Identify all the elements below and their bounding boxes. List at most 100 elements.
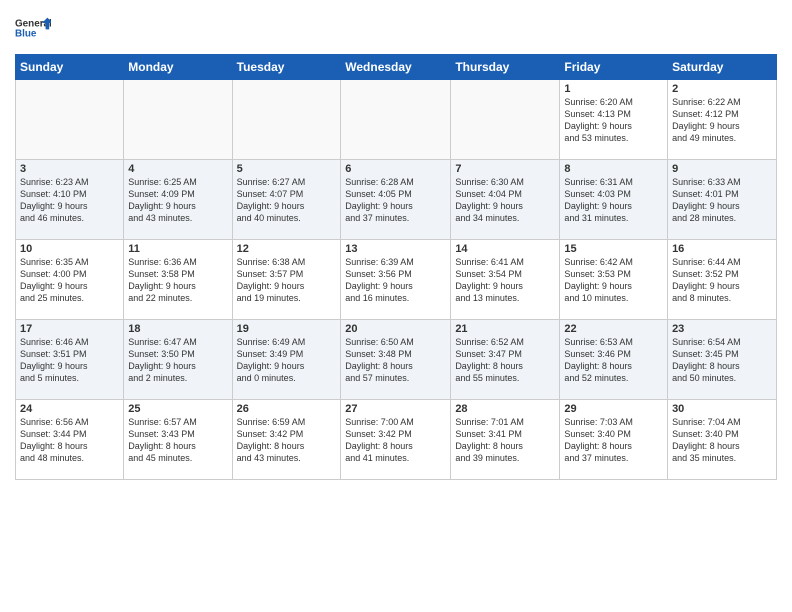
day-cell-16: 16Sunrise: 6:44 AM Sunset: 3:52 PM Dayli… — [668, 240, 777, 320]
day-info: Sunrise: 6:54 AM Sunset: 3:45 PM Dayligh… — [672, 336, 772, 385]
day-info: Sunrise: 6:33 AM Sunset: 4:01 PM Dayligh… — [672, 176, 772, 225]
week-row-4: 24Sunrise: 6:56 AM Sunset: 3:44 PM Dayli… — [16, 400, 777, 480]
day-info: Sunrise: 6:46 AM Sunset: 3:51 PM Dayligh… — [20, 336, 119, 385]
day-cell-1: 1Sunrise: 6:20 AM Sunset: 4:13 PM Daylig… — [560, 80, 668, 160]
day-number: 25 — [128, 403, 227, 415]
day-number: 9 — [672, 163, 772, 175]
day-info: Sunrise: 6:35 AM Sunset: 4:00 PM Dayligh… — [20, 256, 119, 305]
day-info: Sunrise: 6:38 AM Sunset: 3:57 PM Dayligh… — [237, 256, 337, 305]
day-number: 23 — [672, 323, 772, 335]
week-row-2: 10Sunrise: 6:35 AM Sunset: 4:00 PM Dayli… — [16, 240, 777, 320]
day-number: 7 — [455, 163, 555, 175]
weekday-monday: Monday — [124, 55, 232, 80]
day-cell-9: 9Sunrise: 6:33 AM Sunset: 4:01 PM Daylig… — [668, 160, 777, 240]
week-row-1: 3Sunrise: 6:23 AM Sunset: 4:10 PM Daylig… — [16, 160, 777, 240]
day-cell-30: 30Sunrise: 7:04 AM Sunset: 3:40 PM Dayli… — [668, 400, 777, 480]
day-number: 29 — [564, 403, 663, 415]
day-info: Sunrise: 6:22 AM Sunset: 4:12 PM Dayligh… — [672, 96, 772, 145]
day-cell-7: 7Sunrise: 6:30 AM Sunset: 4:04 PM Daylig… — [451, 160, 560, 240]
week-row-0: 1Sunrise: 6:20 AM Sunset: 4:13 PM Daylig… — [16, 80, 777, 160]
day-info: Sunrise: 6:23 AM Sunset: 4:10 PM Dayligh… — [20, 176, 119, 225]
day-info: Sunrise: 6:47 AM Sunset: 3:50 PM Dayligh… — [128, 336, 227, 385]
day-cell-21: 21Sunrise: 6:52 AM Sunset: 3:47 PM Dayli… — [451, 320, 560, 400]
day-cell-3: 3Sunrise: 6:23 AM Sunset: 4:10 PM Daylig… — [16, 160, 124, 240]
week-row-3: 17Sunrise: 6:46 AM Sunset: 3:51 PM Dayli… — [16, 320, 777, 400]
day-info: Sunrise: 6:52 AM Sunset: 3:47 PM Dayligh… — [455, 336, 555, 385]
day-number: 4 — [128, 163, 227, 175]
day-info: Sunrise: 6:27 AM Sunset: 4:07 PM Dayligh… — [237, 176, 337, 225]
weekday-header-row: SundayMondayTuesdayWednesdayThursdayFrid… — [16, 55, 777, 80]
day-info: Sunrise: 7:03 AM Sunset: 3:40 PM Dayligh… — [564, 416, 663, 465]
day-cell-5: 5Sunrise: 6:27 AM Sunset: 4:07 PM Daylig… — [232, 160, 341, 240]
day-info: Sunrise: 6:41 AM Sunset: 3:54 PM Dayligh… — [455, 256, 555, 305]
logo-svg: General Blue — [15, 10, 51, 46]
empty-cell — [16, 80, 124, 160]
day-cell-12: 12Sunrise: 6:38 AM Sunset: 3:57 PM Dayli… — [232, 240, 341, 320]
day-cell-22: 22Sunrise: 6:53 AM Sunset: 3:46 PM Dayli… — [560, 320, 668, 400]
day-number: 10 — [20, 243, 119, 255]
day-cell-20: 20Sunrise: 6:50 AM Sunset: 3:48 PM Dayli… — [341, 320, 451, 400]
day-number: 3 — [20, 163, 119, 175]
day-number: 30 — [672, 403, 772, 415]
day-info: Sunrise: 6:30 AM Sunset: 4:04 PM Dayligh… — [455, 176, 555, 225]
day-cell-6: 6Sunrise: 6:28 AM Sunset: 4:05 PM Daylig… — [341, 160, 451, 240]
day-number: 15 — [564, 243, 663, 255]
day-number: 2 — [672, 83, 772, 95]
day-number: 28 — [455, 403, 555, 415]
day-cell-13: 13Sunrise: 6:39 AM Sunset: 3:56 PM Dayli… — [341, 240, 451, 320]
day-info: Sunrise: 6:59 AM Sunset: 3:42 PM Dayligh… — [237, 416, 337, 465]
weekday-thursday: Thursday — [451, 55, 560, 80]
day-info: Sunrise: 6:44 AM Sunset: 3:52 PM Dayligh… — [672, 256, 772, 305]
weekday-sunday: Sunday — [16, 55, 124, 80]
day-cell-26: 26Sunrise: 6:59 AM Sunset: 3:42 PM Dayli… — [232, 400, 341, 480]
day-cell-23: 23Sunrise: 6:54 AM Sunset: 3:45 PM Dayli… — [668, 320, 777, 400]
day-info: Sunrise: 6:53 AM Sunset: 3:46 PM Dayligh… — [564, 336, 663, 385]
header: General Blue — [15, 10, 777, 46]
logo: General Blue — [15, 10, 51, 46]
day-cell-18: 18Sunrise: 6:47 AM Sunset: 3:50 PM Dayli… — [124, 320, 232, 400]
day-number: 20 — [345, 323, 446, 335]
day-number: 22 — [564, 323, 663, 335]
day-info: Sunrise: 6:56 AM Sunset: 3:44 PM Dayligh… — [20, 416, 119, 465]
day-info: Sunrise: 6:36 AM Sunset: 3:58 PM Dayligh… — [128, 256, 227, 305]
day-info: Sunrise: 7:00 AM Sunset: 3:42 PM Dayligh… — [345, 416, 446, 465]
day-number: 26 — [237, 403, 337, 415]
weekday-saturday: Saturday — [668, 55, 777, 80]
day-cell-28: 28Sunrise: 7:01 AM Sunset: 3:41 PM Dayli… — [451, 400, 560, 480]
calendar-table: SundayMondayTuesdayWednesdayThursdayFrid… — [15, 54, 777, 480]
day-info: Sunrise: 6:42 AM Sunset: 3:53 PM Dayligh… — [564, 256, 663, 305]
day-number: 18 — [128, 323, 227, 335]
day-number: 27 — [345, 403, 446, 415]
day-number: 12 — [237, 243, 337, 255]
day-cell-15: 15Sunrise: 6:42 AM Sunset: 3:53 PM Dayli… — [560, 240, 668, 320]
day-cell-19: 19Sunrise: 6:49 AM Sunset: 3:49 PM Dayli… — [232, 320, 341, 400]
day-info: Sunrise: 6:57 AM Sunset: 3:43 PM Dayligh… — [128, 416, 227, 465]
empty-cell — [451, 80, 560, 160]
day-number: 11 — [128, 243, 227, 255]
day-cell-14: 14Sunrise: 6:41 AM Sunset: 3:54 PM Dayli… — [451, 240, 560, 320]
day-number: 17 — [20, 323, 119, 335]
day-cell-4: 4Sunrise: 6:25 AM Sunset: 4:09 PM Daylig… — [124, 160, 232, 240]
day-info: Sunrise: 6:25 AM Sunset: 4:09 PM Dayligh… — [128, 176, 227, 225]
day-number: 8 — [564, 163, 663, 175]
day-info: Sunrise: 6:49 AM Sunset: 3:49 PM Dayligh… — [237, 336, 337, 385]
day-info: Sunrise: 6:20 AM Sunset: 4:13 PM Dayligh… — [564, 96, 663, 145]
day-cell-24: 24Sunrise: 6:56 AM Sunset: 3:44 PM Dayli… — [16, 400, 124, 480]
day-number: 13 — [345, 243, 446, 255]
svg-text:Blue: Blue — [15, 29, 37, 40]
day-cell-29: 29Sunrise: 7:03 AM Sunset: 3:40 PM Dayli… — [560, 400, 668, 480]
day-cell-8: 8Sunrise: 6:31 AM Sunset: 4:03 PM Daylig… — [560, 160, 668, 240]
day-cell-2: 2Sunrise: 6:22 AM Sunset: 4:12 PM Daylig… — [668, 80, 777, 160]
weekday-wednesday: Wednesday — [341, 55, 451, 80]
weekday-tuesday: Tuesday — [232, 55, 341, 80]
empty-cell — [124, 80, 232, 160]
day-number: 21 — [455, 323, 555, 335]
weekday-friday: Friday — [560, 55, 668, 80]
day-number: 19 — [237, 323, 337, 335]
day-cell-27: 27Sunrise: 7:00 AM Sunset: 3:42 PM Dayli… — [341, 400, 451, 480]
day-number: 16 — [672, 243, 772, 255]
empty-cell — [341, 80, 451, 160]
day-info: Sunrise: 6:28 AM Sunset: 4:05 PM Dayligh… — [345, 176, 446, 225]
day-number: 5 — [237, 163, 337, 175]
day-info: Sunrise: 7:04 AM Sunset: 3:40 PM Dayligh… — [672, 416, 772, 465]
